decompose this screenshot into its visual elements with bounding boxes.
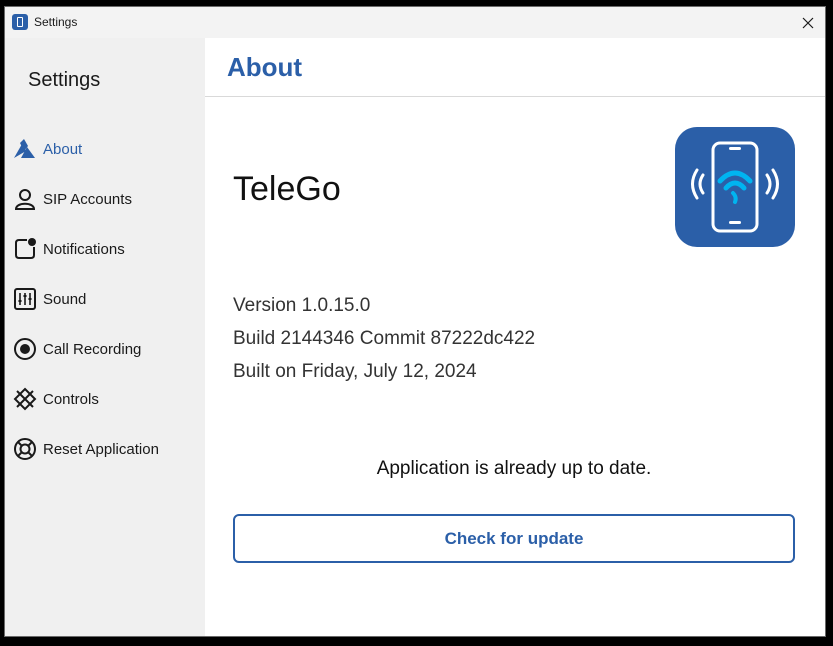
update-status-text: Application is already up to date. bbox=[376, 458, 652, 479]
sidebar-item-label: Controls bbox=[43, 390, 99, 408]
app-logo bbox=[675, 127, 795, 247]
sidebar-title: Settings bbox=[28, 69, 101, 91]
phone-signal-icon bbox=[691, 141, 779, 233]
sidebar-item-sip-accounts[interactable]: SIP Accounts bbox=[5, 180, 205, 218]
sidebar-item-label: Notifications bbox=[43, 240, 125, 258]
sound-sliders-icon bbox=[12, 286, 38, 312]
notification-icon bbox=[12, 236, 38, 262]
sidebar-item-about[interactable]: About bbox=[5, 130, 205, 168]
sidebar-item-notifications[interactable]: Notifications bbox=[5, 230, 205, 268]
sidebar-item-controls[interactable]: Controls bbox=[5, 380, 205, 418]
page-title: About bbox=[227, 52, 303, 82]
close-icon bbox=[802, 17, 814, 28]
record-icon bbox=[12, 336, 38, 362]
sidebar-item-call-recording[interactable]: Call Recording bbox=[5, 330, 205, 368]
version-text: Version 1.0.15.0 bbox=[233, 295, 371, 316]
sidebar-item-label: Reset Application bbox=[43, 440, 159, 458]
controls-icon bbox=[12, 386, 38, 412]
lifebuoy-icon bbox=[12, 436, 38, 462]
window-title: Settings bbox=[34, 15, 78, 29]
check-for-update-button[interactable]: Check for update bbox=[233, 514, 795, 563]
build-text: Build 2144346 Commit 87222dc422 bbox=[233, 328, 536, 349]
sidebar-item-label: Call Recording bbox=[43, 340, 142, 358]
sidebar-item-label: Sound bbox=[43, 290, 87, 308]
title-bar: Settings bbox=[5, 7, 825, 38]
app-name: TeleGo bbox=[233, 170, 341, 208]
about-panel: About TeleGo Version 1.0.15.0 Build 2144… bbox=[205, 38, 825, 636]
close-button[interactable] bbox=[791, 7, 825, 38]
header-divider bbox=[205, 96, 825, 97]
sidebar-item-label: SIP Accounts bbox=[43, 190, 132, 208]
app-icon bbox=[12, 14, 28, 30]
sidebar-item-label: About bbox=[43, 140, 83, 158]
settings-window: Settings Settings About SIP Accounts Not… bbox=[4, 6, 826, 637]
sidebar: Settings About SIP Accounts Notification… bbox=[5, 38, 205, 636]
sidebar-item-reset-application[interactable]: Reset Application bbox=[5, 430, 205, 468]
sidebar-item-sound[interactable]: Sound bbox=[5, 280, 205, 318]
user-icon bbox=[12, 186, 38, 212]
about-icon bbox=[12, 136, 38, 162]
built-on-text: Built on Friday, July 12, 2024 bbox=[233, 361, 477, 382]
